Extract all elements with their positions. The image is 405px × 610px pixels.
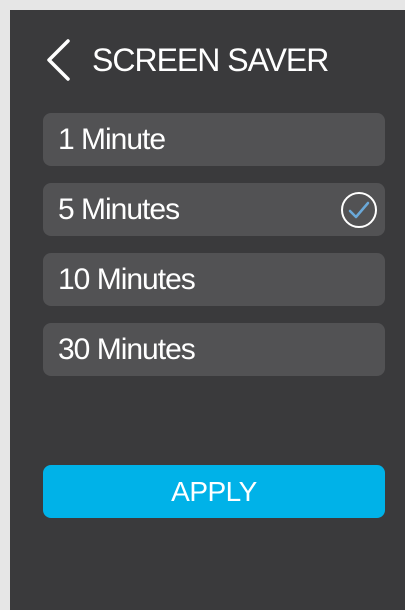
option-label: 10 Minutes	[58, 263, 196, 296]
header: SCREEN SAVER	[10, 10, 405, 110]
screen-saver-screen: SCREEN SAVER 1 Minute 5 Minutes 10 Minut…	[10, 10, 405, 610]
option-30-minutes[interactable]: 30 Minutes	[43, 323, 385, 376]
back-button[interactable]	[38, 36, 78, 84]
duration-options: 1 Minute 5 Minutes 10 Minutes 30 Minutes	[43, 113, 385, 393]
option-10-minutes[interactable]: 10 Minutes	[43, 253, 385, 306]
chevron-left-icon	[44, 38, 72, 82]
apply-button[interactable]: APPLY	[43, 465, 385, 518]
option-label: 1 Minute	[58, 123, 166, 156]
check-circle-icon	[339, 190, 379, 230]
option-label: 5 Minutes	[58, 193, 180, 226]
option-label: 30 Minutes	[58, 333, 196, 366]
option-5-minutes[interactable]: 5 Minutes	[43, 183, 385, 236]
page-title: SCREEN SAVER	[92, 42, 329, 78]
option-1-minute[interactable]: 1 Minute	[43, 113, 385, 166]
